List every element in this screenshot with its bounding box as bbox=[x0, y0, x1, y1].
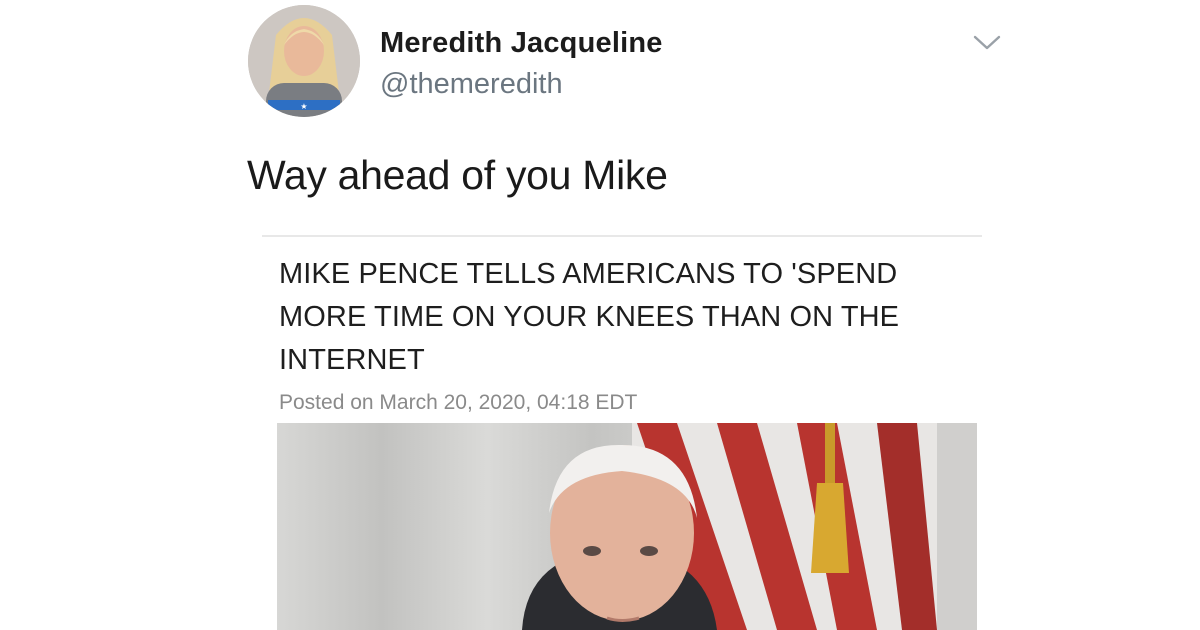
display-name[interactable]: Meredith Jacqueline bbox=[380, 27, 663, 60]
avatar[interactable]: ★ bbox=[248, 5, 360, 117]
card-divider bbox=[262, 235, 982, 237]
article-photo[interactable] bbox=[277, 423, 977, 630]
article-headline[interactable]: MIKE PENCE TELLS AMERICANS TO 'SPEND MOR… bbox=[279, 253, 969, 382]
avatar-image: ★ bbox=[248, 5, 360, 117]
article-photo-image bbox=[277, 423, 977, 630]
chevron-down-icon[interactable] bbox=[970, 30, 1004, 54]
tweet-text: Way ahead of you Mike bbox=[247, 152, 668, 198]
posted-date: Posted on March 20, 2020, 04:18 EDT bbox=[279, 391, 638, 414]
user-handle[interactable]: @themeredith bbox=[380, 68, 563, 101]
svg-text:★: ★ bbox=[300, 102, 307, 111]
